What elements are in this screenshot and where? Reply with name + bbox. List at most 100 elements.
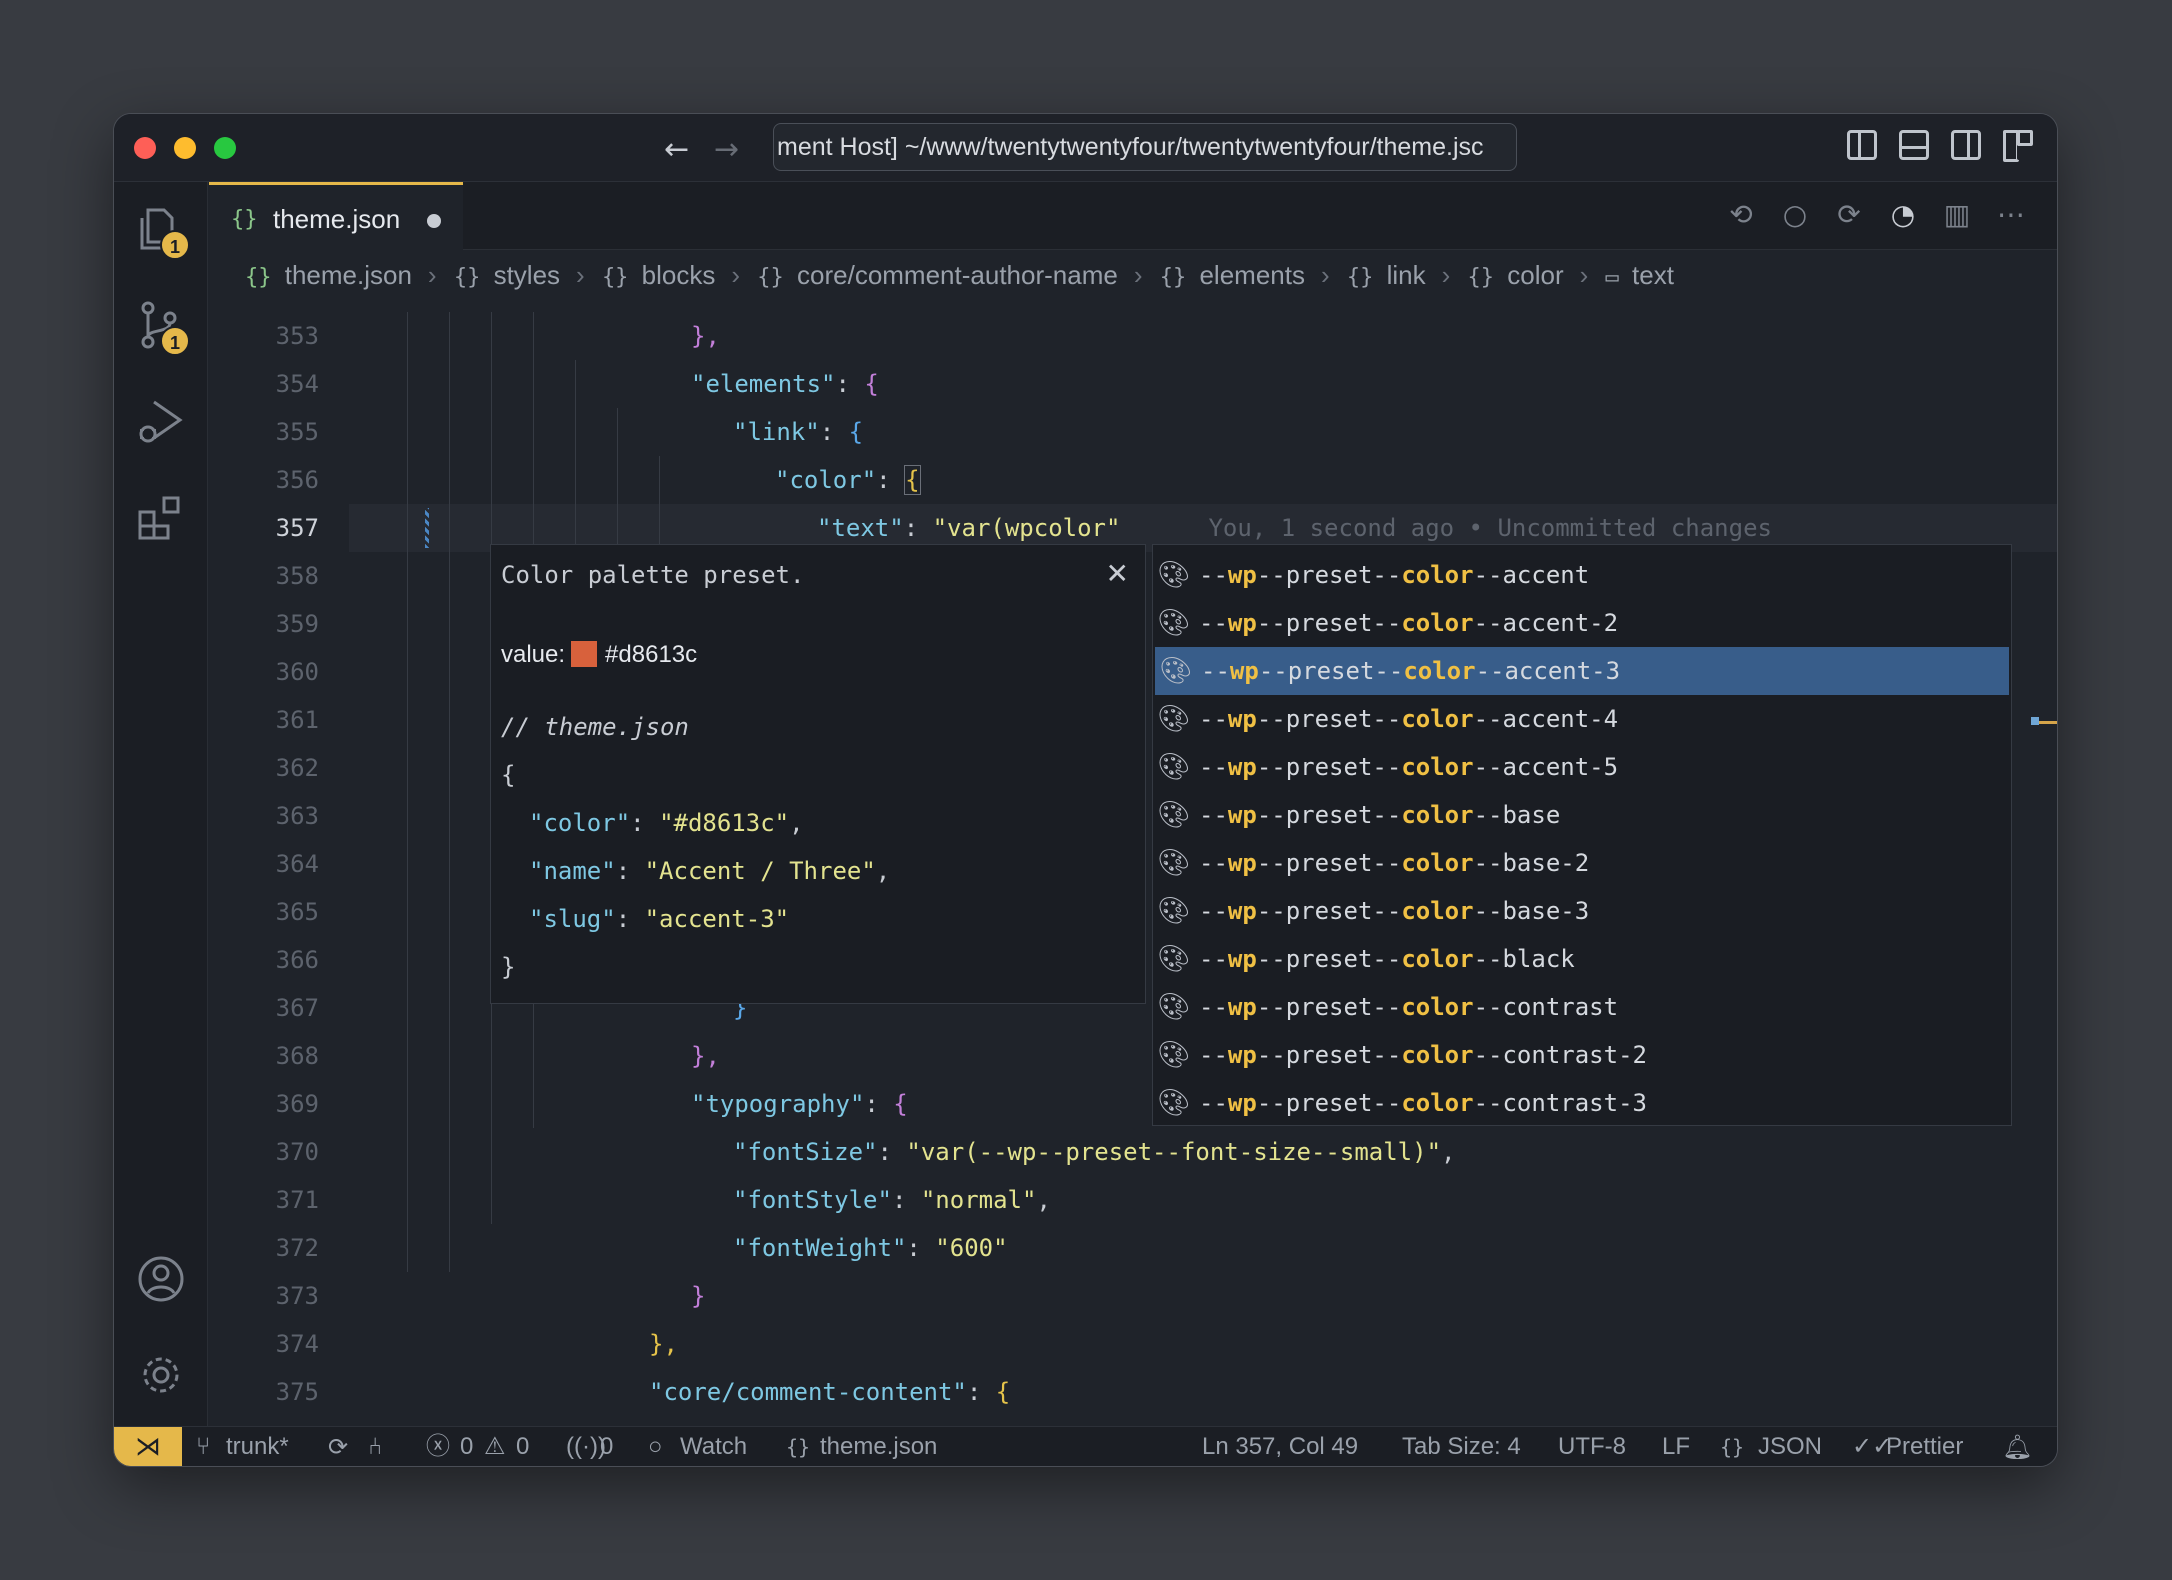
suggestion-item[interactable]: 🎨︎ --wp--preset--color--contrast-2 [1153,1031,2011,1079]
suggestion-item[interactable]: 🎨︎ --wp--preset--color--black [1153,935,2011,983]
suggestion-item[interactable]: 🎨︎ --wp--preset--color--accent-3 [1155,647,2009,695]
suggestion-item[interactable]: 🎨︎ --wp--preset--color--accent [1153,551,2011,599]
run-debug-icon[interactable] [136,396,186,446]
title-bar: ← → ment Host] ~/www/twentytwentyfour/tw… [114,114,2057,182]
toggle-primary-sidebar-icon[interactable] [1847,130,1877,160]
suggestion-label: --wp--preset--color--base-2 [1199,849,1590,877]
suggestion-item[interactable]: 🎨︎ --wp--preset--color--accent-2 [1153,599,2011,647]
code-key: "color" [775,466,877,494]
line-number: 365 [275,898,319,926]
extensions-icon[interactable] [136,492,186,542]
breadcrumb-item[interactable]: core/comment-author-name [797,260,1118,290]
code-key: "text" [817,514,904,542]
code-key: "fontStyle" [733,1186,892,1214]
ports-count[interactable]: 0 [600,1427,613,1466]
notifications-bell-icon[interactable]: 🔔︎ [2002,1427,2032,1466]
code-value: "600" [935,1234,1008,1262]
settings-gear-icon[interactable] [136,1350,186,1400]
suggestion-item[interactable]: 🎨︎ --wp--preset--color--base-2 [1153,839,2011,887]
tab-label: theme.json [273,204,401,234]
tab-theme-json[interactable]: {} theme.json [209,182,463,250]
overview-ruler-cursor [2031,717,2039,725]
cursor-position[interactable]: Ln 357, Col 49 [1202,1427,1358,1466]
pull-request-icon[interactable]: ⑃ [368,1427,382,1466]
suggestion-item[interactable]: 🎨︎ --wp--preset--color--accent-5 [1153,743,2011,791]
toggle-secondary-sidebar-icon[interactable] [1951,130,1981,160]
warning-icon[interactable]: ⚠ [484,1427,506,1466]
branch-name[interactable]: trunk* [226,1427,289,1466]
suggestion-item[interactable]: 🎨︎ --wp--preset--color--contrast [1153,983,2011,1031]
line-ending[interactable]: LF [1662,1427,1690,1466]
code-token: { [501,761,516,789]
forward-arrow-icon[interactable]: → [714,132,739,167]
breadcrumb-item[interactable]: elements [1199,260,1305,290]
suggestion-item[interactable]: 🎨︎ --wp--preset--color--base [1153,791,2011,839]
split-editor-icon[interactable]: ▥ [1941,198,1973,231]
accounts-icon[interactable] [136,1254,186,1304]
breadcrumb-item[interactable]: theme.json [285,260,412,290]
value-row: value: #d8613c [501,641,697,669]
timeline-icon[interactable]: ◔ [1887,198,1919,231]
minimize-window-button[interactable] [174,137,196,159]
warning-count[interactable]: 0 [516,1427,529,1466]
color-palette-icon: 🎨︎ [1157,560,1191,590]
line-number: 358 [275,562,319,590]
command-center[interactable]: ment Host] ~/www/twentytwentyfour/twenty… [773,123,1517,171]
watch-icon[interactable]: ○ [648,1427,663,1466]
code-key: "link" [733,418,820,446]
suggestion-item[interactable]: 🎨︎ --wp--preset--color--accent-4 [1153,695,2011,743]
json-file-icon: {} [231,207,258,232]
code-key: "slug" [529,905,616,933]
active-file[interactable]: theme.json [820,1427,937,1466]
suggestion-item[interactable]: 🎨︎ --wp--preset--color--base-3 [1153,887,2011,935]
breadcrumb-item[interactable]: styles [494,260,560,290]
breadcrumb-item[interactable]: blocks [642,260,716,290]
next-change-icon[interactable]: ⟳ [1833,198,1865,231]
breadcrumb-item[interactable]: link [1387,260,1426,290]
maximize-window-button[interactable] [214,137,236,159]
encoding[interactable]: UTF-8 [1558,1427,1626,1466]
error-icon[interactable]: ⓧ [426,1427,450,1466]
remote-indicator-icon[interactable]: ⋊ [114,1427,182,1466]
vscode-window: ← → ment Host] ~/www/twentytwentyfour/tw… [113,113,2058,1467]
color-details-popup: Color palette preset. ✕ value: #d8613c //… [490,544,1146,1004]
language-mode[interactable]: JSON [1758,1427,1822,1466]
unsaved-dot-icon[interactable] [427,214,441,228]
string-icon: ▭ [1605,265,1619,290]
tab-size[interactable]: Tab Size: 4 [1402,1427,1521,1466]
explorer-icon[interactable]: 1 [136,204,190,260]
line-number: 375 [275,1378,319,1406]
code-token: }, [649,1330,678,1358]
code-value: "#d8613c" [659,809,790,837]
sync-icon[interactable]: ⟳ [328,1427,348,1466]
close-icon[interactable]: ✕ [1106,557,1129,590]
line-number: 360 [275,658,319,686]
watch-label[interactable]: Watch [680,1427,747,1466]
source-control-icon[interactable]: 1 [136,300,190,356]
line-number: 371 [275,1186,319,1214]
more-actions-icon[interactable]: ⋯ [1995,198,2027,231]
git-commit-icon[interactable]: ○ [1779,198,1811,231]
customize-layout-icon[interactable] [2003,130,2033,162]
suggestion-label: --wp--preset--color--contrast-2 [1199,1041,1647,1069]
breadcrumb-item[interactable]: color [1507,260,1563,290]
code-value: "var(wpcolor" [932,514,1121,542]
close-window-button[interactable] [134,137,156,159]
breadcrumb-item[interactable]: text [1632,260,1674,290]
code-key: "color" [529,809,631,837]
tab-bar: {} theme.json ⟲ ○ ⟳ ◔ ▥ ⋯ [209,182,2057,250]
error-count[interactable]: 0 [460,1427,473,1466]
code-value: "var(--wp--preset--font-size--small)" [906,1138,1442,1166]
formatter[interactable]: Prettier [1886,1427,1963,1466]
color-palette-icon: 🎨︎ [1157,608,1191,638]
suggestion-label: --wp--preset--color--black [1199,945,1575,973]
value-label: value: [501,641,566,668]
suggestion-label: --wp--preset--color--accent-2 [1199,609,1619,637]
toggle-panel-icon[interactable] [1899,130,1929,160]
color-palette-icon: 🎨︎ [1157,896,1191,926]
back-arrow-icon[interactable]: ← [664,132,689,167]
line-number: 367 [275,994,319,1022]
previous-change-icon[interactable]: ⟲ [1725,198,1757,231]
suggestion-item[interactable]: 🎨︎ --wp--preset--color--contrast-3 [1153,1079,2011,1127]
popup-title: Color palette preset. [501,561,805,589]
